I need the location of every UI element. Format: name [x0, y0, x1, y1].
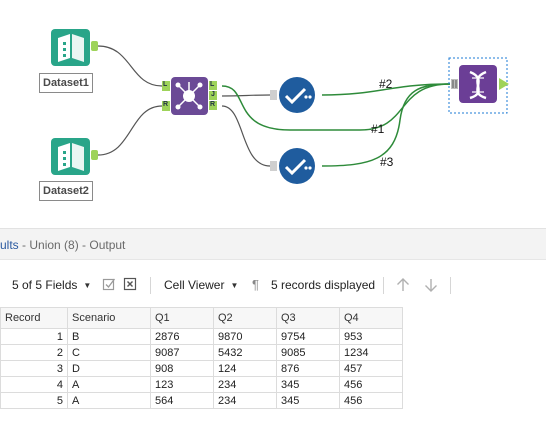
table-cell[interactable]: 456 — [339, 392, 403, 409]
join-output-right-label: R — [210, 101, 216, 108]
results-panel: ults - Union (8) - Output 5 of 5 Fields ▼… — [0, 228, 546, 440]
column-header-q4[interactable]: Q4 — [339, 307, 403, 329]
table-cell[interactable]: 9087 — [150, 344, 214, 361]
table-cell[interactable]: 9870 — [213, 328, 277, 345]
input-tool-dataset1[interactable] — [51, 29, 98, 66]
results-toolbar: 5 of 5 Fields ▼ Cell Viewer ▼ ¶ 5 records … — [0, 269, 546, 301]
fields-dropdown[interactable]: 5 of 5 Fields ▼ — [12, 269, 91, 301]
table-cell[interactable]: C — [67, 344, 151, 361]
filter-tool-2[interactable] — [270, 148, 315, 184]
table-row[interactable]: 4 A 123 234 345 456 — [0, 376, 403, 393]
table-cell[interactable]: 5432 — [213, 344, 277, 361]
table-cell[interactable]: 457 — [339, 360, 403, 377]
table-cell[interactable]: 234 — [213, 376, 277, 393]
record-cell[interactable]: 3 — [0, 360, 68, 377]
toolbar-divider — [150, 277, 151, 294]
column-header-q3[interactable]: Q3 — [276, 307, 340, 329]
viewer-dropdown-label: Cell Viewer — [164, 278, 225, 292]
table-cell[interactable]: A — [67, 392, 151, 409]
table-row[interactable]: 2 C 9087 5432 9085 1234 — [0, 344, 403, 361]
union-input-label-1: #1 — [371, 122, 385, 136]
join-tool[interactable] — [162, 77, 217, 115]
join-anchor-right-label: R — [163, 101, 169, 108]
connection-join-to-filter1[interactable] — [221, 94, 271, 97]
input-tool-dataset2[interactable] — [51, 138, 98, 175]
arrow-up-icon[interactable] — [395, 277, 411, 293]
table-cell[interactable]: 564 — [150, 392, 214, 409]
column-header-q1[interactable]: Q1 — [150, 307, 214, 329]
column-header-scenario[interactable]: Scenario — [67, 307, 151, 329]
table-cell[interactable]: 908 — [150, 360, 214, 377]
table-cell[interactable]: 234 — [213, 392, 277, 409]
app-window: Dataset1 Dataset2 L R L J R #2 #1 #3 ult… — [0, 0, 546, 440]
record-cell[interactable]: 1 — [0, 328, 68, 345]
viewer-dropdown[interactable]: Cell Viewer ▼ — [164, 269, 238, 301]
union-input-label-3: #3 — [380, 155, 394, 169]
connection-dataset1-to-join[interactable] — [97, 45, 163, 87]
results-title-suffix: - Union (8) - Output — [18, 238, 126, 252]
table-cell[interactable]: 2876 — [150, 328, 214, 345]
table-cell[interactable]: 124 — [213, 360, 277, 377]
table-cell[interactable]: D — [67, 360, 151, 377]
dataset1-label: Dataset1 — [39, 73, 93, 93]
union-tool[interactable] — [448, 57, 509, 114]
dataset2-label: Dataset2 — [39, 181, 93, 201]
table-cell[interactable]: 345 — [276, 392, 340, 409]
record-cell[interactable]: 4 — [0, 376, 68, 393]
workflow-canvas[interactable]: Dataset1 Dataset2 L R L J R #2 #1 #3 — [0, 0, 546, 228]
table-cell[interactable]: A — [67, 376, 151, 393]
table-cell[interactable]: 456 — [339, 376, 403, 393]
table-row[interactable]: 3 D 908 124 876 457 — [0, 360, 403, 377]
table-row[interactable]: 1 B 2876 9870 9754 953 — [0, 328, 403, 345]
chevron-down-icon: ▼ — [230, 281, 239, 290]
toolbar-divider — [450, 277, 451, 294]
pilcrow-icon[interactable]: ¶ — [252, 269, 259, 301]
arrow-down-icon[interactable] — [423, 277, 439, 293]
table-cell[interactable]: 953 — [339, 328, 403, 345]
results-title-prefix: ults — [0, 238, 19, 252]
table-cell[interactable]: B — [67, 328, 151, 345]
checkbox-edit-icon[interactable] — [102, 277, 116, 291]
table-cell[interactable]: 876 — [276, 360, 340, 377]
chevron-down-icon: ▼ — [83, 281, 92, 290]
join-output-join-label: J — [211, 91, 215, 98]
results-table: Record Scenario Q1 Q2 Q3 Q4 1 B 2876 987… — [0, 307, 403, 409]
table-cell[interactable]: 1234 — [339, 344, 403, 361]
table-row[interactable]: 5 A 564 234 345 456 — [0, 392, 403, 409]
column-header-q2[interactable]: Q2 — [213, 307, 277, 329]
connection-filter2-to-union[interactable] — [321, 83, 451, 167]
toolbar-divider — [383, 277, 384, 294]
connection-join-to-filter2[interactable] — [221, 105, 271, 167]
column-header-record[interactable]: Record — [0, 307, 68, 329]
table-cell[interactable]: 9085 — [276, 344, 340, 361]
fields-dropdown-label: 5 of 5 Fields — [12, 278, 78, 292]
join-anchor-left-label: L — [163, 81, 168, 88]
table-cell[interactable]: 345 — [276, 376, 340, 393]
join-output-left-label: L — [210, 81, 215, 88]
records-displayed: 5 records displayed — [271, 278, 376, 292]
results-header: ults - Union (8) - Output — [0, 229, 546, 260]
connection-dataset2-to-join[interactable] — [97, 105, 163, 156]
record-cell[interactable]: 5 — [0, 392, 68, 409]
filter-tool-1[interactable] — [270, 77, 315, 113]
results-title: ults - Union (8) - Output — [0, 238, 125, 252]
record-cell[interactable]: 2 — [0, 344, 68, 361]
table-cell[interactable]: 123 — [150, 376, 214, 393]
union-input-label-2: #2 — [379, 77, 393, 91]
table-cell[interactable]: 9754 — [276, 328, 340, 345]
clear-selection-icon[interactable] — [123, 277, 137, 291]
table-header-row: Record Scenario Q1 Q2 Q3 Q4 — [0, 307, 403, 329]
